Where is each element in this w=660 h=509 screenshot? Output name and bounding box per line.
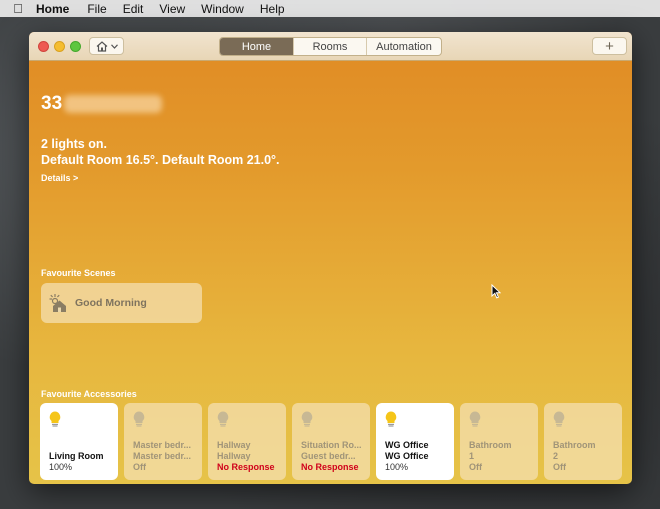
- accessory-name: Hallway: [217, 440, 251, 450]
- accessory-state: 100%: [385, 462, 409, 472]
- tab-rooms[interactable]: Rooms: [294, 38, 367, 55]
- accessory-room: 1: [469, 451, 475, 461]
- favourite-accessories-heading: Favourite Accessories: [41, 389, 137, 399]
- menu-bar:  Home File Edit View Window Help: [0, 0, 660, 17]
- apple-icon[interactable]: : [0, 1, 36, 16]
- lightbulb-icon: [301, 411, 313, 427]
- accessory-state: No Response: [217, 462, 275, 472]
- accessory-room: 2: [553, 451, 559, 461]
- add-button[interactable]: +: [592, 37, 627, 55]
- accessory-state: No Response: [301, 462, 359, 472]
- accessory-room: WG Office: [385, 451, 429, 461]
- menu-edit[interactable]: Edit: [123, 2, 144, 16]
- accessory-name: WG Office: [385, 440, 429, 450]
- accessory-room: Hallway: [217, 451, 251, 461]
- lightbulb-icon: [385, 411, 397, 427]
- home-name-text: 33: [41, 93, 63, 114]
- accessory-tile[interactable]: Hallway Hallway No Response: [208, 403, 286, 480]
- accessory-state: Off: [133, 462, 146, 472]
- house-icon: [96, 40, 107, 52]
- accessory-state: 100%: [49, 462, 73, 472]
- chevron-down-icon: [110, 43, 118, 49]
- redacted-home-name: [64, 95, 163, 113]
- home-name: 33: [41, 93, 163, 115]
- accessory-name: Master bedr...: [133, 440, 192, 450]
- accessory-tile[interactable]: Bathroom 2 Off: [544, 403, 622, 480]
- lightbulb-icon: [133, 411, 145, 427]
- close-window-button[interactable]: [38, 41, 49, 52]
- menu-app-home[interactable]: Home: [36, 2, 69, 16]
- accessories-grid: Living Room 100% Master bedr... Master b…: [40, 403, 622, 480]
- accessory-name: Bathroom: [553, 440, 596, 450]
- home-status: 2 lights on. Default Room 16.5°. Default…: [41, 136, 280, 168]
- accessory-tile[interactable]: WG Office WG Office 100%: [376, 403, 454, 480]
- accessory-tile[interactable]: Master bedr... Master bedr... Off: [124, 403, 202, 480]
- mouse-cursor-icon: [491, 284, 501, 299]
- accessory-name: Living Room: [49, 451, 104, 461]
- favourite-scenes-heading: Favourite Scenes: [41, 268, 116, 278]
- scene-label: Good Morning: [75, 297, 147, 309]
- accessory-room: Master bedr...: [133, 451, 192, 461]
- lights-status: 2 lights on.: [41, 137, 107, 151]
- accessory-state: Off: [469, 462, 482, 472]
- accessory-tile[interactable]: Living Room 100%: [40, 403, 118, 480]
- scene-good-morning[interactable]: Good Morning: [41, 283, 202, 323]
- lightbulb-icon: [217, 411, 229, 427]
- accessory-name: Situation Ro...: [301, 440, 362, 450]
- tab-switcher: Home Rooms Automation: [219, 37, 442, 56]
- zoom-window-button[interactable]: [70, 41, 81, 52]
- accessory-name: Bathroom: [469, 440, 512, 450]
- accessory-state: Off: [553, 462, 566, 472]
- menu-view[interactable]: View: [159, 2, 185, 16]
- tab-home[interactable]: Home: [220, 38, 294, 55]
- minimize-window-button[interactable]: [54, 41, 65, 52]
- lightbulb-icon: [553, 411, 565, 427]
- title-bar: Home Rooms Automation +: [29, 32, 632, 61]
- menu-window[interactable]: Window: [201, 2, 244, 16]
- details-link[interactable]: Details >: [41, 173, 78, 183]
- accessory-tile[interactable]: Situation Ro... Guest bedr... No Respons…: [292, 403, 370, 480]
- lightbulb-icon: [49, 411, 61, 427]
- home-selector-button[interactable]: [89, 37, 124, 55]
- home-app-window: Home Rooms Automation + 33 2 lights on. …: [29, 32, 632, 484]
- tab-automation[interactable]: Automation: [367, 38, 441, 55]
- accessory-tile[interactable]: Bathroom 1 Off: [460, 403, 538, 480]
- lightbulb-icon: [469, 411, 481, 427]
- menu-file[interactable]: File: [87, 2, 106, 16]
- sunrise-house-icon: [49, 294, 66, 312]
- accessory-room: Guest bedr...: [301, 451, 356, 461]
- menu-help[interactable]: Help: [260, 2, 285, 16]
- temperature-status: Default Room 16.5°. Default Room 21.0°.: [41, 153, 280, 167]
